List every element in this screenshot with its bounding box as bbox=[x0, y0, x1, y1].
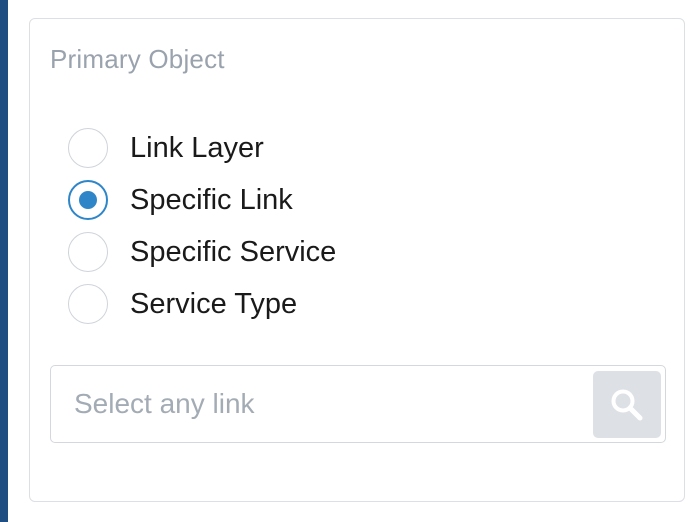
radio-option-link-layer[interactable]: Link Layer bbox=[68, 122, 336, 174]
radio-option-service-type[interactable]: Service Type bbox=[68, 278, 336, 330]
primary-object-panel: Primary Object Link Layer Specific Link … bbox=[29, 18, 685, 502]
radio-selected-dot bbox=[79, 191, 97, 209]
radio-option-specific-link[interactable]: Specific Link bbox=[68, 174, 336, 226]
radio-button-service-type[interactable] bbox=[68, 284, 108, 324]
radio-label-link-layer: Link Layer bbox=[130, 132, 264, 164]
radio-button-link-layer[interactable] bbox=[68, 128, 108, 168]
link-search-input[interactable] bbox=[51, 366, 591, 441]
radio-label-specific-service: Specific Service bbox=[130, 236, 337, 268]
panel-title: Primary Object bbox=[50, 44, 225, 74]
link-search-box bbox=[50, 365, 666, 443]
radio-option-specific-service[interactable]: Specific Service bbox=[68, 226, 336, 278]
radio-label-specific-link: Specific Link bbox=[130, 184, 293, 216]
side-strip bbox=[0, 0, 8, 522]
primary-object-radio-group: Link Layer Specific Link Specific Servic… bbox=[68, 122, 336, 330]
radio-label-service-type: Service Type bbox=[130, 288, 298, 320]
search-icon bbox=[609, 387, 645, 423]
search-button[interactable] bbox=[593, 371, 661, 438]
radio-button-specific-service[interactable] bbox=[68, 232, 108, 272]
radio-button-specific-link[interactable] bbox=[68, 180, 108, 220]
